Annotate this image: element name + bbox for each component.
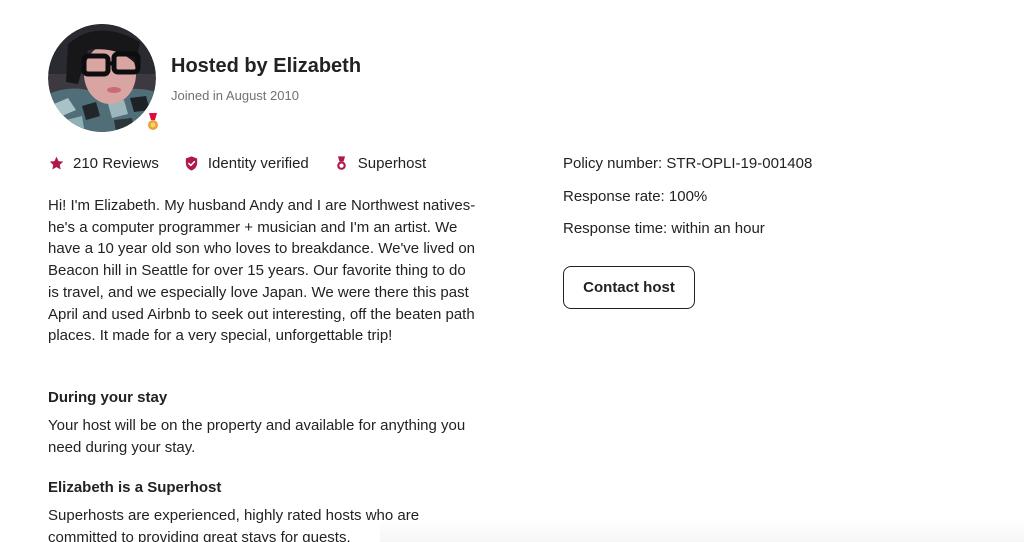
policy-number: Policy number: STR-OPLI-19-001408 (563, 155, 813, 172)
host-profile-section: Hosted by Elizabeth Joined in August 201… (0, 0, 1024, 542)
joined-date: Joined in August 2010 (171, 88, 299, 103)
stat-superhost-label: Superhost (357, 155, 427, 172)
page-title: Hosted by Elizabeth (171, 55, 362, 77)
during-stay-text: Your host will be on the property and av… (48, 417, 466, 456)
stat-identity-label: Identity verified (207, 155, 309, 172)
stat-reviews-label: 210 Reviews (73, 155, 159, 172)
host-details: Policy number: STR-OPLI-19-001408 Respon… (563, 153, 812, 251)
host-bio: Hi! I'm Elizabeth. My husband Andy and I… (48, 197, 476, 345)
response-time: Response time: within an hour (563, 220, 765, 237)
superhost-badge-icon (145, 111, 161, 135)
avatar[interactable] (48, 24, 156, 132)
superhost-heading: Elizabeth is a Superhost (48, 479, 222, 496)
stat-reviews[interactable]: 210 Reviews (48, 155, 159, 172)
stat-identity-verified: Identity verified (183, 155, 309, 172)
host-stats: 210 Reviews Identity verified Superhost (48, 155, 450, 172)
contact-host-button[interactable]: Contact host (563, 266, 695, 309)
superhost-text: Superhosts are experienced, highly rated… (48, 507, 420, 542)
during-stay-heading: During your stay (48, 389, 168, 406)
response-rate: Response rate: 100% (563, 187, 708, 205)
host-avatar-container[interactable] (48, 24, 161, 135)
superhost-medal-icon (337, 156, 346, 170)
star-icon (49, 156, 64, 170)
verified-shield-icon (185, 156, 198, 171)
stat-superhost: Superhost (333, 155, 426, 172)
